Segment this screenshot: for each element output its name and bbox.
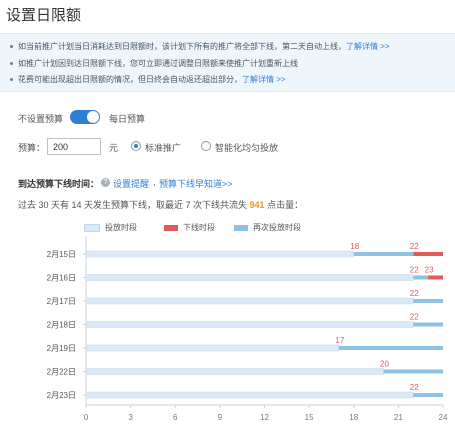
- legend-swatch: [234, 224, 248, 231]
- row-date-label: 2月15日: [47, 250, 76, 259]
- row-time-mark: 22: [410, 313, 419, 322]
- budget-input[interactable]: 200: [47, 138, 101, 155]
- daily-budget-label: 每日预算: [109, 114, 146, 124]
- row-date-label: 2月19日: [47, 344, 76, 353]
- set-reminder-link[interactable]: 设置提醒: [113, 177, 149, 190]
- smart-radio[interactable]: [201, 141, 211, 151]
- smart-label: 智能化均匀投放: [215, 143, 279, 153]
- lost-clicks-count: 941: [249, 200, 265, 210]
- learn-more-link-2[interactable]: 了解详情 >>: [242, 75, 286, 84]
- separator: ,: [153, 177, 156, 187]
- notice-line-1: 如当前推广计划当日消耗达到日限额时，该计划下所有的推广将全部下线，第二天自动上线…: [10, 41, 390, 52]
- bar-resumed: [383, 369, 443, 374]
- bullet-icon: [10, 62, 13, 66]
- bar-serving: [85, 250, 354, 258]
- x-tick-label: 12: [260, 413, 269, 422]
- bar-serving: [85, 391, 414, 399]
- standard-radio[interactable]: [131, 141, 141, 151]
- no-budget-label: 不设置预算: [18, 114, 64, 124]
- bar-resumed: [338, 346, 443, 350]
- x-tick-label: 24: [439, 413, 448, 422]
- row-time-mark: 20: [380, 360, 389, 369]
- legend-swatch: [164, 224, 178, 231]
- notice-panel: 如当前推广计划当日消耗达到日限额时，该计划下所有的推广将全部下线，第二天自动上线…: [0, 33, 455, 92]
- row-date-label: 2月17日: [47, 297, 76, 306]
- bar-offline: [413, 252, 443, 256]
- bar-serving: [85, 321, 414, 328]
- x-tick-label: 0: [84, 413, 89, 422]
- row-time-mark: 17: [335, 336, 344, 345]
- budget-label: 预算：: [18, 143, 46, 153]
- bullet-icon: [10, 78, 13, 82]
- x-tick-label: 15: [305, 413, 314, 422]
- page-title: 设置日限额: [6, 7, 82, 24]
- x-tick-label: 3: [128, 413, 133, 422]
- standard-label: 标准推广: [145, 143, 182, 153]
- row-time-mark: 22: [410, 289, 419, 298]
- budget-unit: 元: [109, 143, 119, 153]
- bar-serving: [85, 274, 414, 281]
- row-time-mark: 22: [410, 383, 419, 392]
- notice-line-2: 如推广计划因到达日限额下线，您可立即通过调整日限额来使推广计划重新上线: [10, 58, 298, 69]
- legend-offline: 下线时段: [164, 222, 215, 233]
- offline-summary: 过去 30 天有 14 天发生预算下线，取最近 7 次下线共流失 941 点击量…: [18, 200, 304, 210]
- x-tick-label: 6: [173, 413, 178, 422]
- offline-learn-link[interactable]: 预算下线早知道>>: [159, 177, 233, 190]
- bar-serving: [85, 297, 414, 305]
- row-time-mark: 22: [410, 242, 419, 251]
- row-time-mark: 18: [350, 242, 359, 251]
- legend-serving: 投放时段: [84, 222, 137, 233]
- bar-offline: [428, 275, 443, 280]
- offline-time-label: 到达预算下线时间：: [18, 179, 100, 189]
- x-tick-label: 9: [218, 413, 223, 422]
- bar-resumed: [413, 299, 443, 303]
- bar-serving: [85, 368, 384, 375]
- x-tick-label: 21: [394, 413, 403, 422]
- bar-resumed: [413, 322, 443, 327]
- row-date-label: 2月18日: [47, 321, 76, 330]
- offline-chart: 0 3 6 9 12 15 18 21 24 2月15日 18 22 2月16日 22 23 2月17日 22 2…: [47, 236, 448, 422]
- legend-resumed: 再次投放时段: [234, 222, 301, 233]
- bar-serving: [85, 344, 340, 352]
- row-time-mark: 22: [410, 266, 419, 275]
- row-date-label: 2月23日: [47, 391, 76, 400]
- x-tick-label: 18: [349, 413, 358, 422]
- row-time-mark: 23: [425, 266, 434, 275]
- row-date-label: 2月22日: [47, 368, 76, 377]
- budget-toggle[interactable]: [70, 110, 100, 124]
- toggle-knob: [87, 111, 99, 123]
- bullet-icon: [10, 45, 13, 49]
- learn-more-link[interactable]: 了解详情 >>: [346, 42, 390, 51]
- notice-line-3: 花费可能出现超出日限额的情况，但日终会自动返还超出部分，了解详情 >>: [10, 74, 286, 85]
- row-date-label: 2月16日: [47, 274, 76, 283]
- bar-resumed: [413, 275, 429, 280]
- legend-swatch: [84, 223, 100, 232]
- bar-resumed: [353, 252, 414, 256]
- help-icon[interactable]: ?: [101, 178, 110, 187]
- bar-resumed: [413, 393, 443, 397]
